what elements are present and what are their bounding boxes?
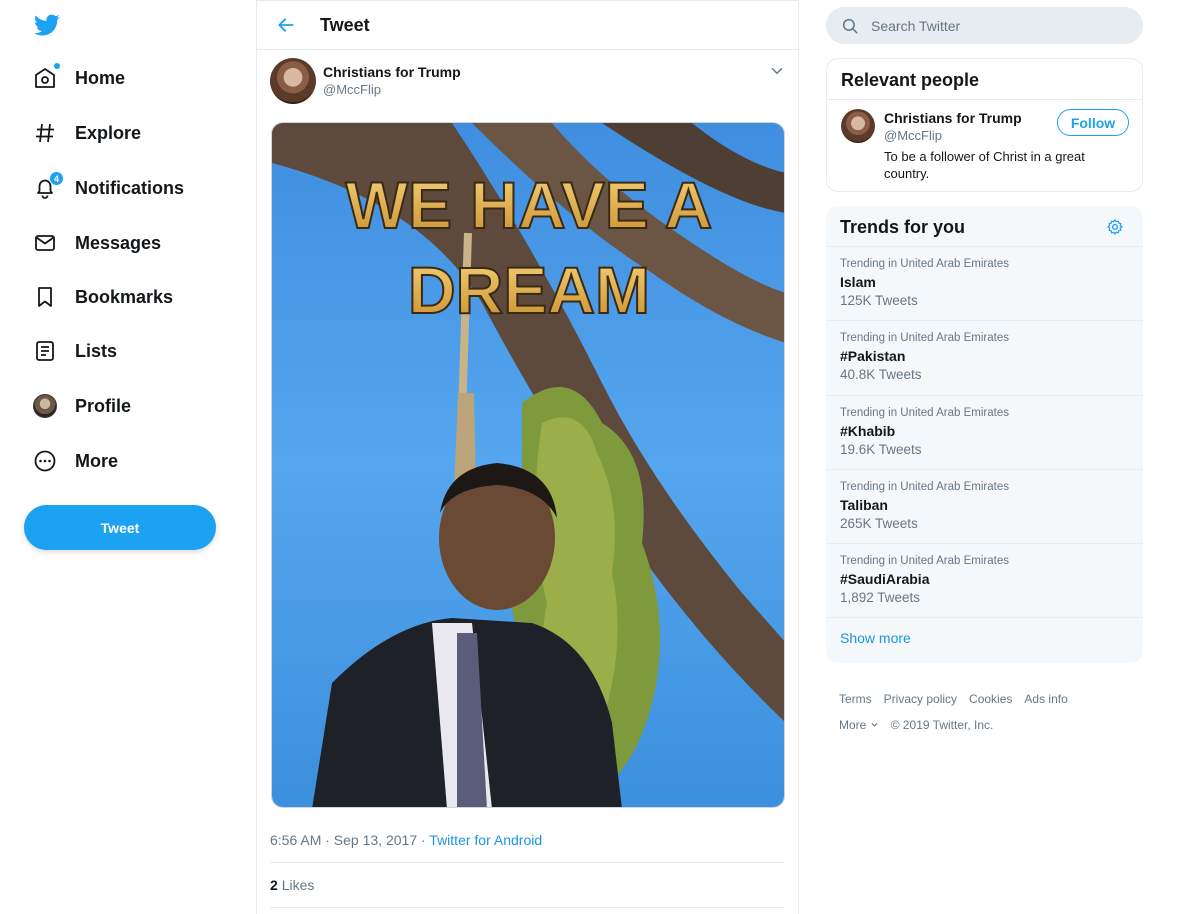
relevant-people-title: Relevant people [827, 59, 1142, 100]
trend-name: #SaudiArabia [840, 571, 930, 588]
search-icon [842, 18, 858, 33]
trend-item[interactable]: Trending in United Arab Emirates Taliban… [826, 470, 1143, 545]
nav-lists[interactable]: Lists [32, 331, 117, 371]
meme-text-line1: WE HAVE A [346, 168, 713, 242]
nav-home[interactable]: Home [32, 58, 125, 98]
nav-messages[interactable]: Messages [32, 223, 161, 263]
relevant-bio: To be a follower of Christ in a great co… [884, 149, 1085, 181]
nav-explore-label: Explore [75, 122, 142, 143]
home-icon [32, 63, 60, 91]
page-title: Tweet [320, 14, 370, 35]
avatar[interactable] [841, 109, 875, 143]
trend-item[interactable]: Trending in United Arab Emirates Islam 1… [826, 247, 1143, 322]
meme-image: WE HAVE A DREAM [272, 123, 784, 807]
tweet-image[interactable]: WE HAVE A DREAM [271, 122, 785, 808]
trend-count: 265K Tweets [840, 515, 918, 531]
likes-number: 2 [270, 877, 278, 893]
twitter-logo-icon[interactable] [33, 12, 61, 38]
follow-button[interactable]: Follow [1057, 109, 1129, 136]
trend-name: #Pakistan [840, 348, 906, 365]
nav-more[interactable]: More [32, 441, 118, 481]
author-name[interactable]: Christians for Trump [323, 64, 461, 80]
nav-lists-label: Lists [75, 340, 118, 361]
notification-badge: 4 [49, 171, 64, 186]
trend-context: Trending in United Arab Emirates [840, 332, 1009, 345]
trend-count: 1,892 Tweets [840, 590, 921, 606]
trend-name: Taliban [840, 496, 888, 513]
footer-ads[interactable]: Ads info [1024, 692, 1067, 706]
nav-profile[interactable]: Profile [32, 386, 131, 426]
tweet-source-link[interactable]: Twitter for Android [429, 832, 542, 848]
bookmark-icon [32, 284, 58, 310]
trends-card: Trends for you Trending in United Arab E… [826, 206, 1143, 663]
relevant-handle[interactable]: @MccFlip [884, 128, 942, 143]
back-arrow-icon[interactable] [274, 13, 298, 37]
likes-count[interactable]: 2 Likes [270, 877, 314, 893]
trend-count: 40.8K Tweets [840, 367, 922, 383]
nav-profile-label: Profile [75, 395, 132, 416]
nav-messages-label: Messages [75, 232, 162, 253]
chevron-down-icon[interactable] [768, 62, 786, 80]
footer-copyright: © 2019 Twitter, Inc. [890, 718, 994, 732]
avatar [32, 393, 58, 419]
footer-privacy[interactable]: Privacy policy [884, 692, 957, 706]
footer-cookies[interactable]: Cookies [969, 692, 1012, 706]
footer: Terms Privacy policy Cookies Ads info Mo… [839, 692, 1139, 744]
trend-name: Islam [840, 274, 876, 290]
meme-text-line2: DREAM [408, 253, 650, 327]
more-icon [32, 448, 58, 474]
tweet-column: Tweet Christians for Trump @MccFlip WE H… [256, 0, 799, 914]
divider [270, 907, 784, 908]
trend-count: 19.6K Tweets [840, 441, 922, 457]
gear-icon[interactable] [1106, 218, 1124, 236]
trend-item[interactable]: Trending in United Arab Emirates #Khabib… [826, 396, 1143, 470]
footer-more[interactable]: More [839, 718, 879, 732]
chevron-down-icon [871, 722, 878, 727]
likes-label: Likes [281, 877, 315, 893]
author-handle[interactable]: @MccFlip [323, 82, 381, 97]
nav-explore[interactable]: Explore [32, 113, 141, 153]
author-avatar[interactable] [270, 58, 316, 104]
left-nav: Home Explore 4 Notifications Messages Bo… [0, 0, 256, 914]
trend-count: 125K Tweets [840, 293, 918, 308]
column-header: Tweet [257, 0, 798, 50]
nav-more-label: More [75, 450, 119, 471]
nav-home-label: Home [75, 67, 126, 88]
search-input[interactable] [871, 17, 1131, 34]
envelope-icon [32, 230, 58, 256]
trend-item[interactable]: Trending in United Arab Emirates #SaudiA… [826, 544, 1143, 619]
new-dot [54, 63, 60, 69]
search-bar[interactable] [826, 7, 1143, 44]
relevant-name[interactable]: Christians for Trump [884, 110, 1022, 126]
compose-tweet-button[interactable]: Tweet [24, 505, 216, 550]
footer-more-label: More [839, 718, 867, 732]
trend-context: Trending in United Arab Emirates [840, 258, 1009, 270]
nav-bookmarks[interactable]: Bookmarks [32, 277, 173, 317]
trend-context: Trending in United Arab Emirates [840, 480, 1009, 493]
bell-icon: 4 [32, 171, 64, 201]
nav-notifications[interactable]: 4 Notifications [32, 168, 184, 208]
list-icon [32, 338, 58, 364]
tweet-author: Christians for Trump @MccFlip [270, 58, 786, 104]
trends-title: Trends for you [826, 206, 1143, 247]
show-more-link[interactable]: Show more [826, 618, 1143, 658]
trend-context: Trending in United Arab Emirates [840, 555, 1009, 568]
tweet-time[interactable]: 6:56 AM · Sep 13, 2017 · [270, 832, 429, 848]
tweet-timestamp: 6:56 AM · Sep 13, 2017 · Twitter for And… [270, 832, 542, 848]
nav-bookmarks-label: Bookmarks [75, 286, 174, 307]
relevant-people-card: Relevant people Christians for Trump @Mc… [826, 58, 1143, 192]
hashtag-icon [32, 120, 58, 146]
trend-name: #Khabib [840, 422, 896, 439]
nav-notifications-label: Notifications [75, 177, 185, 198]
trend-item[interactable]: Trending in United Arab Emirates #Pakist… [826, 321, 1143, 396]
divider [270, 862, 784, 863]
footer-terms[interactable]: Terms [839, 692, 872, 706]
trend-context: Trending in United Arab Emirates [840, 406, 1009, 419]
